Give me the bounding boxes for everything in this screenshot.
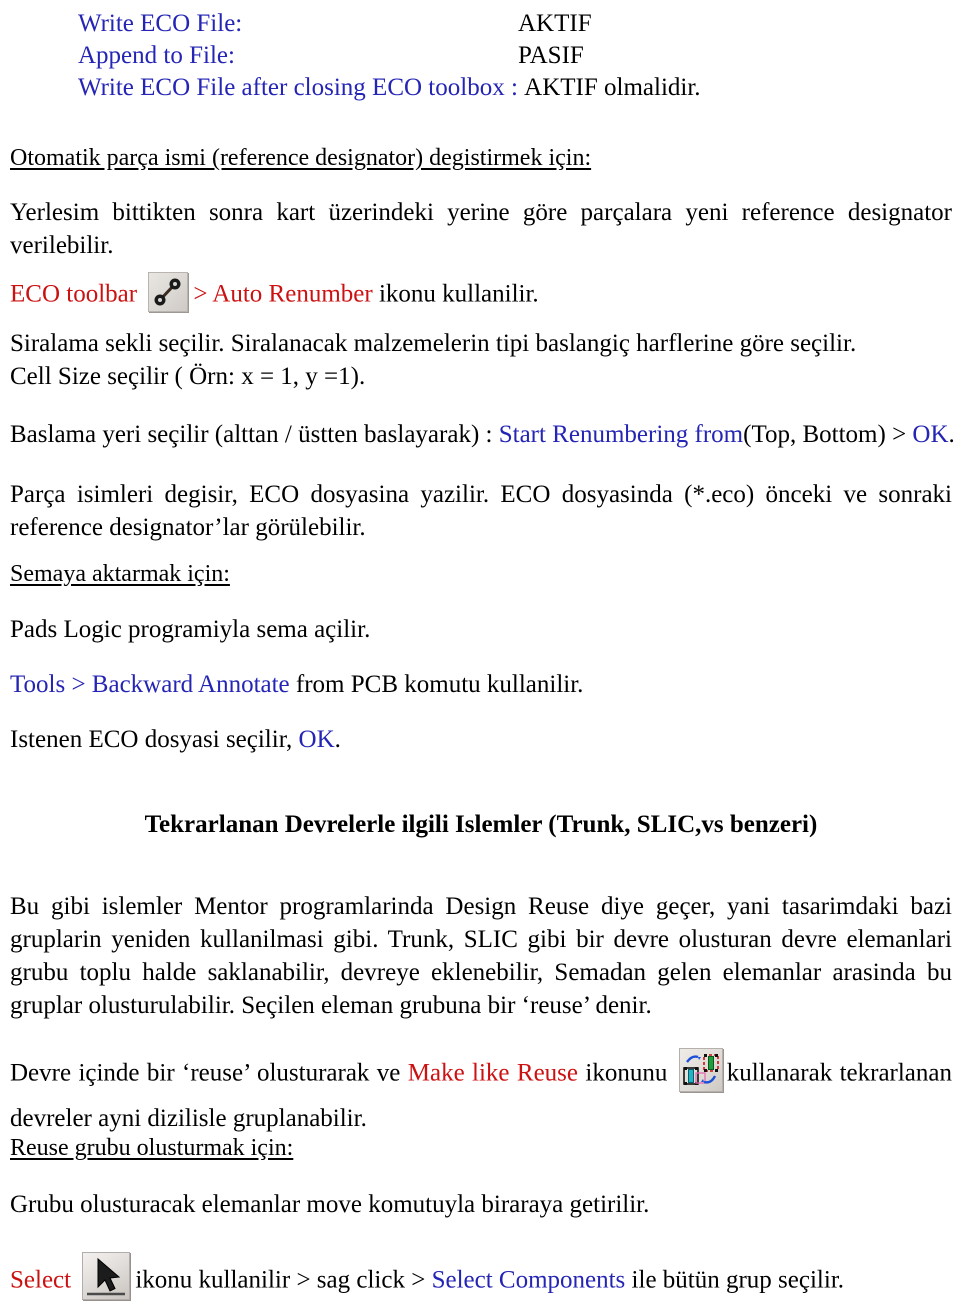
pads-logic-line: Pads Logic programiyla sema açilir. xyxy=(10,616,371,643)
config-row: Write ECO File: AKTIF xyxy=(78,8,592,40)
tools-backward-annotate-label: Tools > Backward Annotate xyxy=(10,671,290,698)
select-suffix-label: ile bütün grup seçilir. xyxy=(631,1266,845,1294)
select-cursor-icon[interactable] xyxy=(82,1252,131,1300)
document-page: Write ECO File: AKTIF Append to File: PASI… xyxy=(0,0,960,1304)
devre-prefix: Devre içinde bir ‘reuse’ olusturarak ve xyxy=(10,1059,401,1087)
net-connection-icon[interactable] xyxy=(148,272,189,312)
config-label: Append to File: xyxy=(78,42,235,69)
heading-reuse-grubu: Reuse grubu olusturmak için: xyxy=(10,1135,294,1161)
siralama-line-1: Siralama sekli seçilir. Siralanacak malz… xyxy=(10,330,857,357)
make-like-reuse-label: Make like Reuse xyxy=(407,1059,578,1087)
config-value: AKTIF xyxy=(518,10,592,37)
baslama-period: . xyxy=(948,421,955,448)
heading-auto-rename: Otomatik parça ismi (reference designato… xyxy=(10,145,592,171)
heading-tekrarlanan-devreler: Tekrarlanan Devrelerle ilgili Islemler (… xyxy=(144,811,818,838)
eco-toolbar-suffix: ikonu kullanilir. xyxy=(378,280,539,308)
tools-line-suffix: from PCB komutu kullanilir. xyxy=(295,671,584,698)
ok-label: OK xyxy=(912,421,949,448)
config-row: Write ECO File after closing ECO toolbox… xyxy=(78,72,701,104)
auto-renumber-label: > Auto Renumber xyxy=(193,280,373,308)
grubu-olusturacak-line: Grubu olusturacak elemanlar move komutuy… xyxy=(10,1191,650,1218)
select-label: Select xyxy=(10,1266,72,1294)
select-components-label: Select Components xyxy=(431,1266,626,1294)
select-mid-label: ikonu kullanilir > sag click > xyxy=(135,1266,426,1294)
istenen-eco-line: Istenen ECO dosyasi seçilir, OK. xyxy=(10,723,341,756)
tools-backward-annotate-line: Tools > Backward Annotate from PCB komut… xyxy=(10,668,583,701)
ok-label: OK xyxy=(298,726,335,753)
paragraph-parca-isimleri: Parça isimleri degisir, ECO dosyasina ya… xyxy=(10,481,952,541)
config-value: PASIF xyxy=(518,42,584,69)
devre-icinde-line: Devre içinde bir ‘reuse’ olusturarak ve … xyxy=(10,1048,952,1135)
cell-size-line: Cell Size seçilir ( Örn: x = 1, y =1). xyxy=(10,363,366,390)
baslama-prefix: Baslama yeri seçilir (alttan / üstten ba… xyxy=(10,421,493,448)
start-renumbering-label: Start Renumbering from xyxy=(498,421,744,448)
eco-toolbar-label: ECO toolbar xyxy=(10,280,138,308)
eco-toolbar-line: ECO toolbar > Auto Renumber ikonu kullan… xyxy=(10,272,539,320)
paragraph-design-reuse: Bu gibi islemler Mentor programlarinda D… xyxy=(10,893,952,1019)
top-bottom-label: (Top, Bottom) > xyxy=(743,421,907,448)
select-line: Select ikonu kullanilir > sag click > Se… xyxy=(10,1252,844,1312)
heading-semaya-aktarmak: Semaya aktarmak için: xyxy=(10,561,230,587)
istenen-prefix: Istenen ECO dosyasi seçilir, xyxy=(10,726,293,753)
baslama-yeri-line: Baslama yeri seçilir (alttan / üstten ba… xyxy=(10,418,955,451)
istenen-period: . xyxy=(334,726,341,753)
config-label: Write ECO File: xyxy=(78,10,243,37)
make-like-reuse-icon[interactable] xyxy=(678,1048,723,1092)
paragraph-yerlesim: Yerlesim bittikten sonra kart üzerindeki… xyxy=(10,199,952,259)
config-value: AKTIF olmalidir. xyxy=(524,74,701,101)
config-row: Append to File: PASIF xyxy=(78,40,584,72)
ikonunu-label: ikonunu xyxy=(585,1059,668,1087)
config-label: Write ECO File after closing ECO toolbox… xyxy=(78,74,518,101)
